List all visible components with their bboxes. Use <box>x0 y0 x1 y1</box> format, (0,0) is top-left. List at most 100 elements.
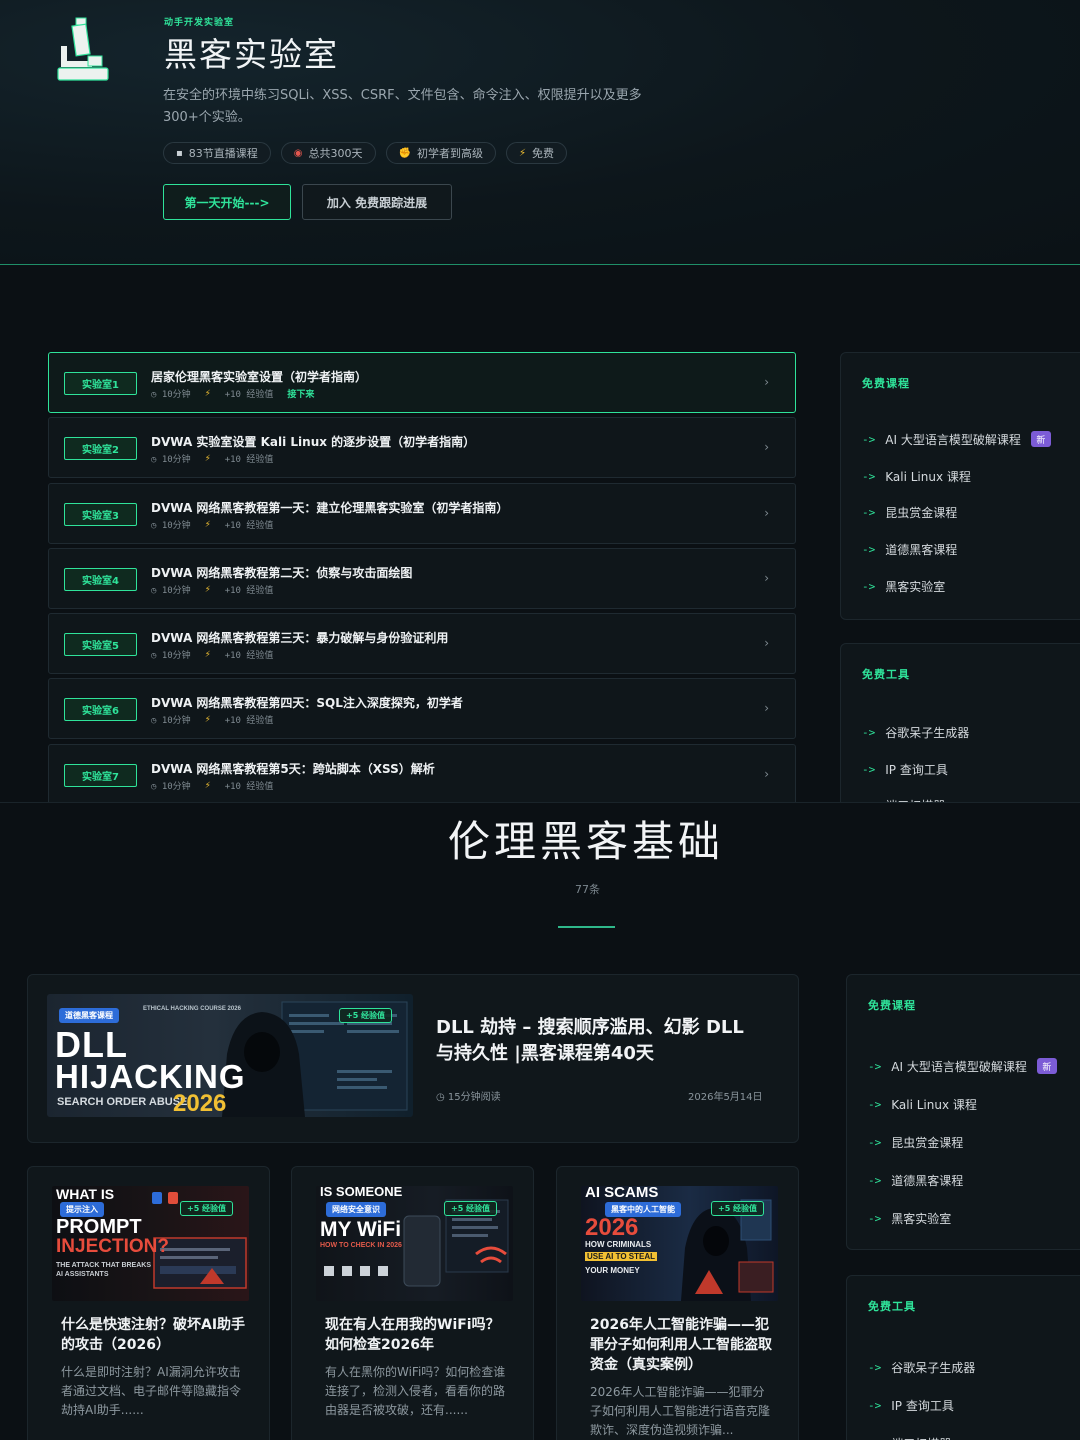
card-thumb-line1: WHAT IS <box>56 1186 115 1202</box>
bolt-icon: ⚡ <box>518 147 526 159</box>
tag-label: 初学者到高级 <box>416 147 483 160</box>
lab-title[interactable]: DVWA 实验室设置 Kali Linux 的逐步设置（初学者指南） <box>151 433 475 450</box>
arrow-icon: -> <box>868 1059 882 1073</box>
card-description: 什么是即时注射？AI漏洞允许攻击者通过文档、电子邮件等隐藏指令劫持AI助手...… <box>61 1365 242 1417</box>
lab-row[interactable]: 实验室2 DVWA 实验室设置 Kali Linux 的逐步设置（初学者指南） ◷ … <box>48 417 796 479</box>
lab-badge: 实验室5 <box>64 633 137 657</box>
sidebar-link-label: 谷歌呆子生成器 <box>885 725 970 740</box>
lab-duration-wrap: ◷ 10分钟 <box>151 452 191 465</box>
bolt-icon: ⚡ <box>204 518 211 530</box>
lab-row[interactable]: 实验室5 DVWA 网络黑客教程第三天：暴力破解与身份验证利用 ◷ 10分钟 ⚡ +10… <box>48 613 796 675</box>
lab-meta: ◷ 10分钟 ⚡ +10 经验值 <box>151 583 273 596</box>
lab-row[interactable]: 实验室1 居家伦理黑客实验室设置（初学者指南） ◷ 10分钟 ⚡ +10 经验值 接下来 › <box>48 352 796 413</box>
featured-date: 2026年5月14日 <box>688 1092 763 1103</box>
start-day-one-button[interactable]: 第一天开始---> <box>163 184 291 220</box>
card-xp-badge: +5 经验值 <box>711 1201 765 1216</box>
card-title[interactable]: 2026年人工智能诈骗——犯罪分子如何利用人工智能盗取资金（真实案例） <box>590 1315 775 1375</box>
sidebar-link[interactable]: -> AI 大型语言模型破解课程新 <box>862 421 1051 458</box>
next-label: 接下来 <box>287 390 315 400</box>
clock-icon: ◷ <box>151 716 162 727</box>
sidebar-link[interactable]: -> IP 查询工具 <box>868 1386 975 1424</box>
featured-title[interactable]: DLL 劫持 – 搜索顺序滥用、幻影 DLL 与持久性 |黑客课程第40天 <box>436 1015 766 1067</box>
sidebar-link[interactable]: -> 黑客实验室 <box>862 568 1051 605</box>
lab-title[interactable]: DVWA 网络黑客教程第四天：SQL注入深度探究，初学者 <box>151 694 463 711</box>
sidebar-link[interactable]: -> AI 大型语言模型破解课程新 <box>868 1047 1057 1085</box>
new-badge: 新 <box>1036 1058 1057 1074</box>
section-title: 伦理黑客基础 <box>447 817 724 866</box>
arrow-icon: -> <box>868 1398 882 1412</box>
lab-duration-wrap: ◷ 10分钟 <box>151 387 191 400</box>
tag-days: ◉ 总共300天 <box>280 142 376 164</box>
lab-title[interactable]: DVWA 网络黑客教程第三天：暴力破解与身份验证利用 <box>151 629 448 646</box>
hero-tags: ▪ 83节直播课程 ◉ 总共300天 ✊ 初学者到高级 ⚡ 免费 <box>163 142 567 164</box>
lab-row[interactable]: 实验室3 DVWA 网络黑客教程第一天：建立伦理黑客实验室（初学者指南） ◷ 10分… <box>48 482 796 544</box>
card-title[interactable]: 什么是快速注射？破坏AI助手的攻击（2026） <box>61 1315 246 1355</box>
microscope-icon <box>57 17 109 81</box>
lab-row[interactable]: 实验室4 DVWA 网络黑客教程第二天：侦察与攻击面绘图 ◷ 10分钟 ⚡ +10 经验… <box>48 547 796 609</box>
arrow-icon: -> <box>862 506 876 520</box>
lab-duration: 10分钟 <box>161 781 191 792</box>
sidebar-courses-heading: 免费课程 <box>868 999 916 1012</box>
card-tag: 提示注入 <box>60 1202 104 1217</box>
lab-duration-wrap: ◷ 10分钟 <box>151 713 191 726</box>
arrow-icon: -> <box>868 1097 882 1111</box>
sidebar-courses-heading: 免费课程 <box>862 377 910 390</box>
new-badge: 新 <box>1030 431 1051 448</box>
sidebar-link-label: 谷歌呆子生成器 <box>891 1360 976 1375</box>
sidebar-link[interactable]: -> Kali Linux 课程 <box>862 458 1051 495</box>
lab-xp: +10 经验值 <box>224 781 274 792</box>
sidebar-link[interactable]: -> 昆虫赏金课程 <box>868 1123 1057 1161</box>
sidebar-link[interactable]: -> 道德黑客课程 <box>868 1161 1057 1199</box>
sidebar-link[interactable]: -> IP 查询工具 <box>862 751 969 788</box>
article-card[interactable]: WHAT IS 提示注入 PROMPT INJECTION? THE ATTAC… <box>27 1166 270 1440</box>
chevron-right-icon: › <box>764 766 769 781</box>
card-thumb-line3: INJECTION? <box>56 1236 169 1257</box>
sidebar-link-label: 端口扫描器 <box>891 1435 951 1440</box>
article-card[interactable]: IS SOMEONE 网络安全意识 MY WiFi HOW TO CHECK I… <box>291 1166 534 1440</box>
sidebar-link[interactable]: -> 谷歌呆子生成器 <box>862 714 969 751</box>
arrow-icon: -> <box>862 725 876 739</box>
lab-title[interactable]: DVWA 网络黑客教程第5天：跨站脚本（XSS）解析 <box>151 760 435 777</box>
featured-read-time: ◷ 15分钟阅读 <box>436 1088 501 1103</box>
lab-xp: +10 经验值 <box>224 520 274 531</box>
sidebar-link[interactable]: -> 昆虫赏金课程 <box>862 495 1051 532</box>
lab-badge: 实验室1 <box>64 372 137 395</box>
lab-xp: +10 经验值 <box>224 651 274 662</box>
sidebar-link[interactable]: -> 道德黑客课程 <box>862 531 1051 568</box>
article-card[interactable]: AI SCAMS 黑客中的人工智能 2026 HOW CRIMINALS USE… <box>556 1166 799 1440</box>
bolt-icon: ⚡ <box>204 779 211 791</box>
lab-xp: +10 经验值 <box>224 390 274 400</box>
lab-duration: 10分钟 <box>161 651 191 662</box>
clock-icon: ◷ <box>151 781 162 792</box>
tag-level: ✊ 初学者到高级 <box>385 142 496 164</box>
lab-title[interactable]: DVWA 网络黑客教程第一天：建立伦理黑客实验室（初学者指南） <box>151 499 508 516</box>
sidebar-courses-list: -> AI 大型语言模型破解课程新 -> Kali Linux 课程 -> 昆虫赏金课程 -… <box>868 1047 1057 1237</box>
lab-meta: ◷ 10分钟 ⚡ +10 经验值 <box>151 713 273 726</box>
lab-title[interactable]: DVWA 网络黑客教程第二天：侦察与攻击面绘图 <box>151 564 412 581</box>
sidebar-link-label: 黑客实验室 <box>891 1211 952 1226</box>
join-free-button[interactable]: 加入 免费跟踪进展 <box>302 184 452 220</box>
card-thumb-line2: MY WiFi <box>320 1218 402 1241</box>
lab-badge: 实验室2 <box>64 437 137 461</box>
card-title[interactable]: 现在有人在用我的WiFi吗？如何检查2026年 <box>325 1315 510 1355</box>
lab-duration-wrap: ◷ 10分钟 <box>151 779 191 792</box>
lab-duration: 10分钟 <box>161 520 191 531</box>
featured-thumbnail: 道德黑客课程 +5 经验值 ETHICAL HACKING COURSE 202… <box>47 994 413 1117</box>
featured-article-card[interactable]: 道德黑客课程 +5 经验值 ETHICAL HACKING COURSE 202… <box>27 974 799 1143</box>
card-description: 有人在黑你的WiFi吗？如何检查谁连接了，检测入侵者，看看你的路由器是否被攻破，… <box>325 1365 506 1417</box>
lab-row[interactable]: 实验室6 DVWA 网络黑客教程第四天：SQL注入深度探究，初学者 ◷ 10分钟 ⚡ +… <box>48 678 796 740</box>
sidebar-tools-list: -> 谷歌呆子生成器 -> IP 查询工具 -> 端口扫描器 <box>868 1348 975 1440</box>
sidebar-link[interactable]: -> 谷歌呆子生成器 <box>868 1348 975 1386</box>
sidebar-link[interactable]: -> Kali Linux 课程 <box>868 1085 1057 1123</box>
clock-icon: ◷ <box>436 1092 448 1103</box>
card-thumb-line4: THE ATTACK THAT BREAKS AI ASSISTANTS <box>56 1262 152 1278</box>
lab-row[interactable]: 实验室7 DVWA 网络黑客教程第5天：跨站脚本（XSS）解析 ◷ 10分钟 ⚡ +10… <box>48 743 796 802</box>
sidebar-link[interactable]: ->端口扫描器 <box>868 1424 975 1440</box>
lab-meta: ◷ 10分钟 ⚡ +10 经验值 接下来 <box>151 387 314 400</box>
sidebar-link[interactable]: ->端口扫描器 <box>862 788 969 802</box>
clock-icon: ◷ <box>151 651 162 662</box>
card-thumb-line3: HOW CRIMINALS <box>585 1240 652 1249</box>
sidebar-link[interactable]: -> 黑客实验室 <box>868 1199 1057 1237</box>
hero-description: 在安全的环境中练习SQLi、XSS、CSRF、文件包含、命令注入、权限提升以及更… <box>163 88 642 125</box>
lab-title[interactable]: 居家伦理黑客实验室设置（初学者指南） <box>151 368 367 385</box>
